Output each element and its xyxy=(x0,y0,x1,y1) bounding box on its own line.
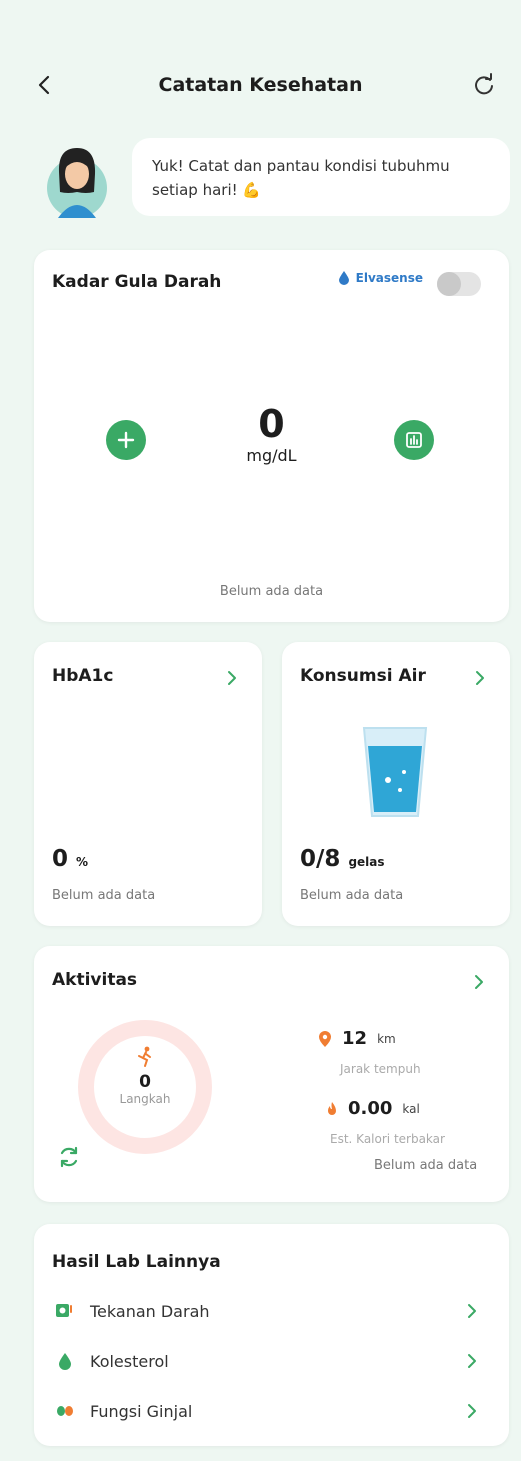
calorie-row: 0.00 kal xyxy=(326,1098,420,1119)
glucose-value: 0 xyxy=(258,402,285,446)
hba1c-title: HbA1c xyxy=(52,666,114,686)
hba1c-card[interactable]: HbA1c 0 % Belum ada data xyxy=(34,642,262,926)
hba1c-unit: % xyxy=(76,855,89,869)
water-status: Belum ada data xyxy=(300,888,404,903)
steps-value: 0 xyxy=(139,1072,151,1092)
page-title: Catatan Kesehatan xyxy=(158,74,363,96)
distance-value: 12 xyxy=(342,1028,368,1049)
water-glass-icon xyxy=(362,727,428,817)
back-arrow-icon[interactable] xyxy=(30,70,60,100)
lab-item-label: Kolesterol xyxy=(90,1351,169,1371)
lab-item-kidney[interactable]: Fungsi Ginjal xyxy=(54,1396,494,1426)
calorie-unit: kal xyxy=(402,1101,420,1116)
glucose-card[interactable]: Kadar Gula Darah Elvasense 0 mg/dL Belum… xyxy=(34,250,509,622)
lab-item-blood-pressure[interactable]: Tekanan Darah xyxy=(54,1296,494,1326)
water-value-row: 0/8 gelas xyxy=(300,846,385,872)
calorie-label: Est. Kalori terbakar xyxy=(330,1132,445,1146)
distance-row: 12 km xyxy=(318,1028,396,1049)
hba1c-status: Belum ada data xyxy=(52,888,156,903)
glucose-status: Belum ada data xyxy=(219,584,324,599)
drop-icon xyxy=(338,271,349,285)
hba1c-value-row: 0 % xyxy=(52,846,88,872)
refresh-icon[interactable] xyxy=(469,70,499,100)
brand-label: Elvasense xyxy=(355,271,423,285)
blood-pressure-icon xyxy=(56,1304,72,1317)
water-unit: gelas xyxy=(348,855,385,869)
fire-icon xyxy=(328,1101,336,1115)
app-header: Catatan Kesehatan xyxy=(0,62,521,108)
chevron-right-icon xyxy=(475,975,483,989)
activity-title: Aktivitas xyxy=(52,970,138,990)
sync-icon[interactable] xyxy=(56,1144,82,1170)
chevron-right-icon xyxy=(228,671,236,685)
lab-item-label: Fungsi Ginjal xyxy=(90,1401,193,1421)
steps-label: Langkah xyxy=(119,1092,171,1106)
running-icon xyxy=(138,1046,151,1067)
glucose-chart-button[interactable] xyxy=(394,420,434,460)
chevron-right-icon xyxy=(476,671,484,685)
chevron-right-icon xyxy=(468,1304,476,1318)
distance-label: Jarak tempuh xyxy=(340,1062,421,1076)
status-bar xyxy=(0,0,521,50)
location-pin-icon xyxy=(319,1030,331,1047)
hba1c-value: 0 xyxy=(52,846,69,872)
steps-ring: 0 Langkah xyxy=(78,1020,212,1154)
device-toggle[interactable] xyxy=(437,272,481,296)
lab-item-cholesterol[interactable]: Kolesterol xyxy=(54,1346,494,1376)
lab-item-label: Tekanan Darah xyxy=(90,1301,210,1321)
avatar xyxy=(47,148,107,218)
activity-card[interactable]: Aktivitas 0 Langkah 12 km Jarak tempuh 0 xyxy=(34,946,509,1202)
chevron-right-icon xyxy=(468,1404,476,1418)
water-title: Konsumsi Air xyxy=(300,666,426,686)
chevron-right-icon xyxy=(468,1354,476,1368)
bar-chart-icon xyxy=(406,432,422,448)
toggle-knob xyxy=(437,272,461,296)
lab-card: Hasil Lab Lainnya Tekanan Darah Kolester… xyxy=(34,1224,509,1446)
glucose-unit: mg/dL xyxy=(246,446,297,465)
drop-icon xyxy=(59,1353,71,1370)
water-value: 0/8 xyxy=(300,846,341,872)
distance-unit: km xyxy=(377,1031,396,1046)
glucose-title: Kadar Gula Darah xyxy=(52,272,222,292)
activity-status: Belum ada data xyxy=(374,1158,478,1173)
lab-title: Hasil Lab Lainnya xyxy=(52,1252,221,1272)
water-card[interactable]: Konsumsi Air 0/8 gelas Belum ada data xyxy=(282,642,510,926)
calorie-value: 0.00 xyxy=(348,1098,393,1119)
kidney-icon xyxy=(57,1406,73,1416)
greeting-section: Yuk! Catat dan pantau kondisi tubuhmu se… xyxy=(44,138,514,222)
greeting-bubble: Yuk! Catat dan pantau kondisi tubuhmu se… xyxy=(132,138,510,216)
elvasense-logo: Elvasense xyxy=(336,270,423,286)
